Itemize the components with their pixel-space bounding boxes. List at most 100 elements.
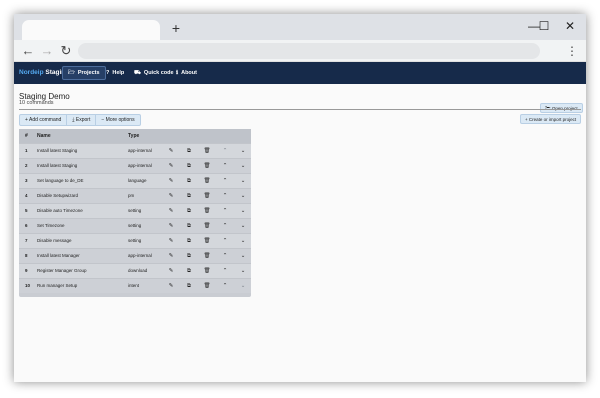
delete-icon[interactable]: 🗑: [203, 159, 211, 173]
move-up-icon[interactable]: ⌃: [221, 189, 229, 203]
address-bar[interactable]: [78, 43, 540, 59]
move-down-icon[interactable]: ⌄: [239, 159, 247, 173]
edit-icon[interactable]: ✎: [167, 159, 175, 173]
move-up-icon[interactable]: ⌃: [221, 159, 229, 173]
move-up-icon[interactable]: ⌃: [221, 234, 229, 248]
nav-item-label: Help: [112, 70, 125, 76]
header-divider: [19, 109, 581, 110]
duplicate-icon[interactable]: ⧉: [185, 264, 193, 278]
command-type: app-internal: [128, 148, 152, 153]
table-row[interactable]: 5 Disable auto Timezone setting ✎ ⧉ 🗑 ⌃ ⌄: [19, 203, 251, 218]
row-number: 8: [25, 253, 28, 258]
commands-table: # Name Type 1 Install latest Staging app-i…: [19, 129, 251, 297]
move-up-icon[interactable]: ⌃: [221, 249, 229, 263]
command-name: Disable message: [37, 238, 72, 243]
nav-item-about[interactable]: ℹ About: [171, 66, 202, 80]
nav-item-label: Projects: [77, 70, 100, 76]
edit-icon[interactable]: ✎: [167, 249, 175, 263]
table-row[interactable]: 8 Install latest Manager app-internal ✎ ⧉ 🗑 ⌃ ⌄: [19, 248, 251, 263]
tab-strip: + — ☐ ✕: [14, 14, 586, 40]
nav-item-projects[interactable]: 🗁 Projects: [62, 66, 106, 80]
command-type: download: [128, 268, 148, 273]
delete-icon[interactable]: 🗑: [203, 189, 211, 203]
delete-icon[interactable]: 🗑: [203, 174, 211, 188]
duplicate-icon[interactable]: ⧉: [185, 144, 193, 158]
maximize-icon[interactable]: ☐: [536, 18, 552, 34]
row-number: 10: [25, 283, 31, 288]
row-number: 2: [25, 163, 28, 168]
table-row[interactable]: 9 Register Manager Group download ✎ ⧉ 🗑 ⌃ ⌄: [19, 263, 251, 278]
move-down-icon[interactable]: ⌄: [239, 174, 247, 188]
edit-icon[interactable]: ✎: [167, 174, 175, 188]
move-down-icon[interactable]: ⌄: [239, 264, 247, 278]
move-up-icon[interactable]: ⌃: [221, 264, 229, 278]
edit-icon[interactable]: ✎: [167, 189, 175, 203]
edit-icon[interactable]: ✎: [167, 144, 175, 158]
table-row[interactable]: 7 Disable message setting ✎ ⧉ 🗑 ⌃ ⌄: [19, 233, 251, 248]
delete-icon[interactable]: 🗑: [203, 204, 211, 218]
delete-icon[interactable]: 🗑: [203, 249, 211, 263]
edit-icon[interactable]: ✎: [167, 234, 175, 248]
table-row[interactable]: 10 Run manager Setup intent ✎ ⧉ 🗑 ⌃ ⌄: [19, 278, 251, 293]
move-down-icon[interactable]: ⌄: [239, 144, 247, 158]
column-header-type: Type: [128, 133, 140, 139]
more-options-button[interactable]: − More options: [96, 114, 141, 126]
close-icon[interactable]: ✕: [562, 18, 578, 34]
move-down-icon[interactable]: ⌄: [239, 189, 247, 203]
move-up-icon[interactable]: ⌃: [221, 219, 229, 233]
export-button[interactable]: ⤓ Export: [67, 114, 97, 126]
command-type: app-internal: [128, 163, 152, 168]
table-row[interactable]: 1 Install latest Staging app-internal ✎ ⧉ 🗑 ⌃ ⌄: [19, 143, 251, 158]
table-row[interactable]: 6 Set Timezone setting ✎ ⧉ 🗑 ⌃ ⌄: [19, 218, 251, 233]
brand-name-part1: Nordeip: [19, 69, 44, 76]
move-up-icon[interactable]: ⌃: [221, 279, 229, 293]
duplicate-icon[interactable]: ⧉: [185, 159, 193, 173]
delete-icon[interactable]: 🗑: [203, 264, 211, 278]
forward-arrow-icon[interactable]: →: [39, 43, 55, 59]
open-project-button[interactable]: 🗁 Open project: [540, 103, 583, 113]
back-arrow-icon[interactable]: ←: [20, 43, 36, 59]
move-up-icon[interactable]: ⌃: [221, 204, 229, 218]
move-down-icon[interactable]: ⌄: [239, 279, 247, 293]
row-number: 5: [25, 208, 28, 213]
browser-tab[interactable]: [22, 20, 160, 40]
move-up-icon[interactable]: ⌃: [221, 174, 229, 188]
row-number: 6: [25, 223, 28, 228]
delete-icon[interactable]: 🗑: [203, 279, 211, 293]
edit-icon[interactable]: ✎: [167, 219, 175, 233]
table-row[interactable]: 3 Set language to de_DE language ✎ ⧉ 🗑 ⌃ ⌄: [19, 173, 251, 188]
duplicate-icon[interactable]: ⧉: [185, 204, 193, 218]
table-row[interactable]: 4 Disable Setupwizard pm ✎ ⧉ 🗑 ⌃ ⌄: [19, 188, 251, 203]
nav-item-help[interactable]: ? Help: [101, 66, 129, 80]
command-name: Install latest Manager: [37, 253, 80, 258]
menu-icon[interactable]: ⋮: [566, 43, 578, 59]
reload-icon[interactable]: ↻: [58, 43, 74, 59]
duplicate-icon[interactable]: ⧉: [185, 219, 193, 233]
command-type: language: [128, 178, 147, 183]
move-down-icon[interactable]: ⌄: [239, 234, 247, 248]
duplicate-icon[interactable]: ⧉: [185, 249, 193, 263]
main-content: Staging Demo 10 commands 🗁 Open project …: [14, 84, 586, 382]
row-number: 3: [25, 178, 28, 183]
move-down-icon[interactable]: ⌄: [239, 204, 247, 218]
create-import-project-button[interactable]: + Create or import project: [520, 114, 582, 124]
move-down-icon[interactable]: ⌄: [239, 219, 247, 233]
edit-icon[interactable]: ✎: [167, 264, 175, 278]
delete-icon[interactable]: 🗑: [203, 219, 211, 233]
table-row[interactable]: 2 Install latest Staging app-internal ✎ ⧉ 🗑 ⌃ ⌄: [19, 158, 251, 173]
edit-icon[interactable]: ✎: [167, 204, 175, 218]
move-up-icon[interactable]: ⌃: [221, 144, 229, 158]
delete-icon[interactable]: 🗑: [203, 144, 211, 158]
row-number: 9: [25, 268, 28, 273]
row-number: 4: [25, 193, 28, 198]
duplicate-icon[interactable]: ⧉: [185, 279, 193, 293]
edit-icon[interactable]: ✎: [167, 279, 175, 293]
new-tab-button[interactable]: +: [169, 21, 183, 35]
move-down-icon[interactable]: ⌄: [239, 249, 247, 263]
duplicate-icon[interactable]: ⧉: [185, 174, 193, 188]
delete-icon[interactable]: 🗑: [203, 234, 211, 248]
duplicate-icon[interactable]: ⧉: [185, 234, 193, 248]
add-command-button[interactable]: + Add command: [19, 114, 68, 126]
command-name: Disable Setupwizard: [37, 193, 79, 198]
duplicate-icon[interactable]: ⧉: [185, 189, 193, 203]
